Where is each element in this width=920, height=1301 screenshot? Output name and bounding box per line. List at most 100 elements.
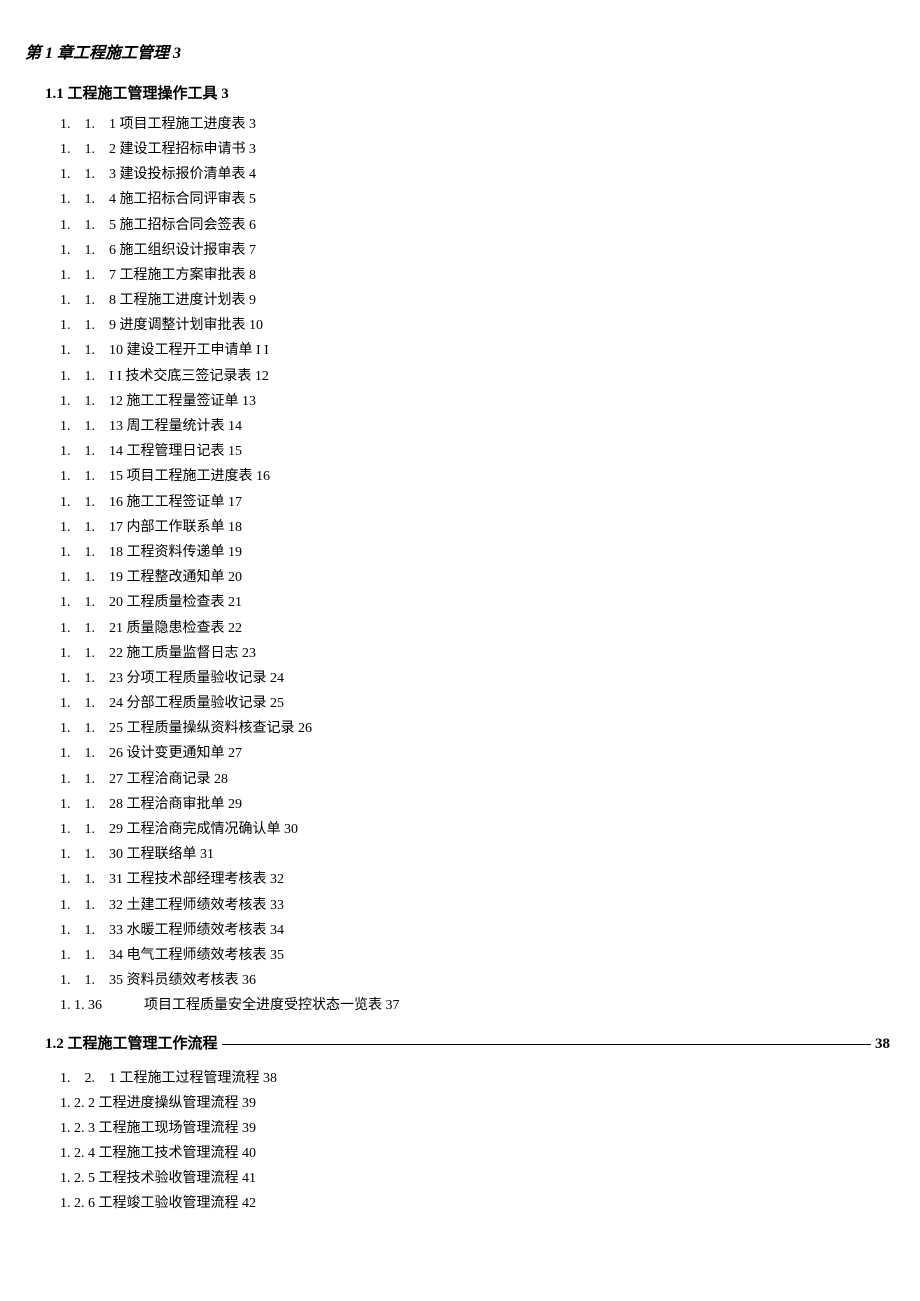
toc-item-prefix: 1. 1. 10 xyxy=(60,343,127,358)
toc-item-prefix: 1. 1. 2 xyxy=(60,142,120,157)
toc-item-text: 工程资料传递单 19 xyxy=(127,545,243,560)
toc-item: 1. 2. 1 工程施工过程管理流程 38 xyxy=(60,1066,890,1091)
toc-item-text: 分项工程质量验收记录 24 xyxy=(127,671,285,686)
toc-item: 1. 1. 25 工程质量操纵资料核查记录 26 xyxy=(60,716,890,741)
toc-item-text: 工程竣工验收管理流程 42 xyxy=(99,1196,257,1211)
toc-item: 1. 1. 35 资料员绩效考核表 36 xyxy=(60,968,890,993)
toc-item: 1. 2. 2 工程进度操纵管理流程 39 xyxy=(60,1091,890,1116)
toc-item: 1. 1. 18 工程资料传递单 19 xyxy=(60,540,890,565)
toc-item-prefix: 1. 1. 23 xyxy=(60,671,127,686)
toc-item-prefix: 1. 1. 19 xyxy=(60,570,127,585)
toc-item-text: 工程施工过程管理流程 38 xyxy=(120,1071,278,1086)
toc-item-text: 资料员绩效考核表 36 xyxy=(127,973,257,988)
toc-item: 1. 1. 2 建设工程招标申请书 3 xyxy=(60,137,890,162)
toc-item-text: 工程技术部经理考核表 32 xyxy=(127,872,285,887)
toc-item-prefix: 1. 1. 36 xyxy=(60,998,144,1013)
toc-item-text: 进度调整计划审批表 10 xyxy=(120,318,264,333)
toc-item-text: 工程洽商记录 28 xyxy=(127,772,229,787)
toc-item-prefix: 1. 1. 9 xyxy=(60,318,120,333)
toc-item-prefix: 1. 1. 6 xyxy=(60,243,120,258)
toc-item-text: 施工工程签证单 17 xyxy=(127,495,243,510)
toc-item-text: 工程联络单 31 xyxy=(127,847,215,862)
toc-item-prefix: 1. 1. 22 xyxy=(60,646,127,661)
toc-item: 1. 1. 14 工程管理日记表 15 xyxy=(60,439,890,464)
toc-item: 1. 1. 20 工程质量检查表 21 xyxy=(60,590,890,615)
toc-item: 1. 2. 4 工程施工技术管理流程 40 xyxy=(60,1141,890,1166)
toc-item: 1. 1. 21 质量隐患检查表 22 xyxy=(60,616,890,641)
toc-item: 1. 1. 19 工程整改通知单 20 xyxy=(60,565,890,590)
toc-item: 1. 2. 3 工程施工现场管理流程 39 xyxy=(60,1116,890,1141)
toc-item-text: 周工程量统计表 14 xyxy=(127,419,243,434)
toc-item: 1. 1. 26 设计变更通知单 27 xyxy=(60,741,890,766)
toc-item-text: 水暖工程师绩效考核表 34 xyxy=(127,923,285,938)
toc-item-prefix: 1. 1. 25 xyxy=(60,721,127,736)
toc-item-prefix: 1. 1. 3 xyxy=(60,167,120,182)
toc-item-text: 设计变更通知单 27 xyxy=(127,746,243,761)
toc-item-text: 建设投标报价清单表 4 xyxy=(120,167,257,182)
chapter-title: 第 1 章工程施工管理 3 xyxy=(25,40,890,69)
section-1-title: 1.1 工程施工管理操作工具 3 xyxy=(45,81,890,108)
toc-item-prefix: 1. 2. 1 xyxy=(60,1071,120,1086)
toc-item-prefix: 1. 1. 20 xyxy=(60,595,127,610)
toc-item-text: 土建工程师绩效考核表 33 xyxy=(127,898,285,913)
toc-item: 1. 2. 5 工程技术验收管理流程 41 xyxy=(60,1166,890,1191)
toc-item-text: 工程质量操纵资料核查记录 26 xyxy=(127,721,313,736)
toc-item-prefix: 1. 1. 27 xyxy=(60,772,127,787)
toc-item-text: 工程施工现场管理流程 39 xyxy=(99,1121,257,1136)
toc-item-prefix: 1. 1. 17 xyxy=(60,520,127,535)
toc-item-prefix: 1. 1. 15 xyxy=(60,469,127,484)
toc-item-text: 工程质量检查表 21 xyxy=(127,595,243,610)
section-2-page: 38 xyxy=(875,1031,890,1058)
toc-item-text: 工程洽商审批单 29 xyxy=(127,797,243,812)
toc-item: 1. 1. 16 施工工程签证单 17 xyxy=(60,490,890,515)
toc-item-prefix: 1. 1. 31 xyxy=(60,872,127,887)
toc-item-prefix: 1. 1. 8 xyxy=(60,293,120,308)
toc-item: 1. 1. 34 电气工程师绩效考核表 35 xyxy=(60,943,890,968)
leader-line xyxy=(222,1044,871,1045)
toc-item: 1. 1. 22 施工质量监督日志 23 xyxy=(60,641,890,666)
toc-item: 1. 1. 27 工程洽商记录 28 xyxy=(60,767,890,792)
toc-item-prefix: 1. 1. 24 xyxy=(60,696,127,711)
toc-item-prefix: 1. 1. 33 xyxy=(60,923,127,938)
toc-item-prefix: 1. 2. 6 xyxy=(60,1196,99,1211)
toc-item-text: 质量隐患检查表 22 xyxy=(127,621,243,636)
toc-item-prefix: 1. 1. 1 xyxy=(60,117,120,132)
toc-item-text: 施工招标合同评审表 5 xyxy=(120,192,257,207)
toc-item: 1. 1. 10 建设工程开工申请单 I I xyxy=(60,338,890,363)
toc-item-prefix: 1. 1. 14 xyxy=(60,444,127,459)
toc-item-text: 建设工程开工申请单 I I xyxy=(127,343,269,358)
toc-item: 1. 1. 4 施工招标合同评审表 5 xyxy=(60,187,890,212)
toc-item: 1. 1. 29 工程洽商完成情况确认单 30 xyxy=(60,817,890,842)
toc-item-text: 工程技术验收管理流程 41 xyxy=(99,1171,257,1186)
toc-item-text: 内部工作联系单 18 xyxy=(127,520,243,535)
toc-item-prefix: 1. 1. 7 xyxy=(60,268,120,283)
toc-item-prefix: 1. 1. 30 xyxy=(60,847,127,862)
toc-item-prefix: 1. 1. 5 xyxy=(60,218,120,233)
toc-item: 1. 1. 7 工程施工方案审批表 8 xyxy=(60,263,890,288)
toc-item-text: 工程管理日记表 15 xyxy=(127,444,243,459)
toc-item-prefix: 1. 2. 4 xyxy=(60,1146,99,1161)
toc-item-text: 工程施工进度计划表 9 xyxy=(120,293,257,308)
toc-item-prefix: 1. 1. 12 xyxy=(60,394,127,409)
toc-item-prefix: 1. 1. 35 xyxy=(60,973,127,988)
toc-item-text: 施工工程量签证单 13 xyxy=(127,394,257,409)
toc-item-text: 项目工程施工进度表 16 xyxy=(127,469,271,484)
toc-item: 1. 1. I I 技术交底三签记录表 12 xyxy=(60,364,890,389)
toc-item-prefix: 1. 2. 5 xyxy=(60,1171,99,1186)
toc-item: 1. 1. 5 施工招标合同会签表 6 xyxy=(60,213,890,238)
toc-item: 1. 1. 12 施工工程量签证单 13 xyxy=(60,389,890,414)
toc-item-prefix: 1. 1. 16 xyxy=(60,495,127,510)
toc-item-text: 分部工程质量验收记录 25 xyxy=(127,696,285,711)
toc-item-text: 工程施工方案审批表 8 xyxy=(120,268,257,283)
section-2-title-row: 1.2 工程施工管理工作流程 38 xyxy=(45,1031,890,1058)
toc-item-prefix: 1. 1. 32 xyxy=(60,898,127,913)
toc-item-prefix: 1. 1. I I xyxy=(60,369,125,384)
toc-item-text: 工程施工技术管理流程 40 xyxy=(99,1146,257,1161)
toc-item-prefix: 1. 1. 13 xyxy=(60,419,127,434)
section-2-title: 1.2 工程施工管理工作流程 xyxy=(45,1031,218,1058)
toc-item-text: 施工质量监督日志 23 xyxy=(127,646,257,661)
toc-item: 1. 1. 1 项目工程施工进度表 3 xyxy=(60,112,890,137)
toc-item-prefix: 1. 1. 34 xyxy=(60,948,127,963)
toc-item: 1. 1. 32 土建工程师绩效考核表 33 xyxy=(60,893,890,918)
toc-item-text: 技术交底三签记录表 12 xyxy=(125,369,269,384)
